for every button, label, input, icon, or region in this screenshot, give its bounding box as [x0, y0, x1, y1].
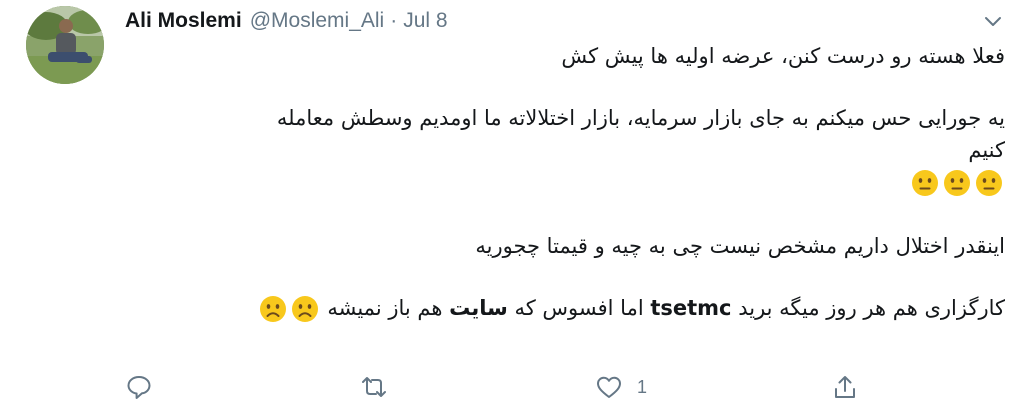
avatar[interactable] [26, 6, 104, 84]
tweet-card: Ali Moslemi @Moslemi_Ali · Jul 8 فعلا هس… [0, 0, 1024, 420]
like-button[interactable]: 1 [595, 372, 647, 402]
frowning-face-icon [259, 295, 287, 323]
tweet-line-4: اینقدر اختلال داریم مشخص نیست چی به چیه … [475, 234, 1005, 258]
retweet-button[interactable] [359, 372, 403, 402]
reply-icon [125, 373, 153, 401]
tweet-line-3: کنیم [968, 138, 1005, 162]
like-count: 1 [637, 376, 648, 397]
tweet-line-5: کارگزاری هم هر روز میگه برید tsetmc اما … [125, 292, 1005, 324]
tsetmc-word: tsetmc [650, 296, 732, 320]
author-name[interactable]: Ali Moslemi [125, 9, 242, 33]
tweet-text-fragment: کارگزاری هم هر روز میگه برید [738, 296, 1005, 320]
tweet-actions: 1 [125, 372, 865, 402]
neutral-face-icon [943, 169, 971, 197]
neutral-face-icon [975, 169, 1003, 197]
frowning-face-icon [291, 295, 319, 323]
share-icon [831, 373, 859, 401]
emoji-row-1 [125, 166, 1005, 200]
retweet-icon [359, 373, 389, 401]
tweet-line-2: یه جورایی حس میکنم به جای بازار سرمایه، … [276, 106, 1005, 130]
neutral-face-icon [911, 169, 939, 197]
author-handle[interactable]: @Moslemi_Ali [250, 9, 385, 33]
chevron-down-icon[interactable] [982, 10, 1004, 32]
tweet-text-fragment: هم باز نمیشه [327, 296, 443, 320]
tweet-text: فعلا هسته رو درست کنن، عرضه اولیه ها پیش… [125, 40, 1005, 324]
heart-icon [595, 373, 623, 401]
tweet-date[interactable]: Jul 8 [403, 9, 447, 33]
tweet-text-fragment: اما افسوس که [514, 296, 644, 320]
site-word: سایت [449, 296, 508, 320]
share-button[interactable] [831, 372, 873, 402]
tweet-header: Ali Moslemi @Moslemi_Ali · Jul 8 [125, 6, 448, 36]
tweet-line-1: فعلا هسته رو درست کنن، عرضه اولیه ها پیش… [561, 44, 1005, 68]
reply-button[interactable] [125, 372, 167, 402]
separator-dot: · [390, 9, 398, 32]
